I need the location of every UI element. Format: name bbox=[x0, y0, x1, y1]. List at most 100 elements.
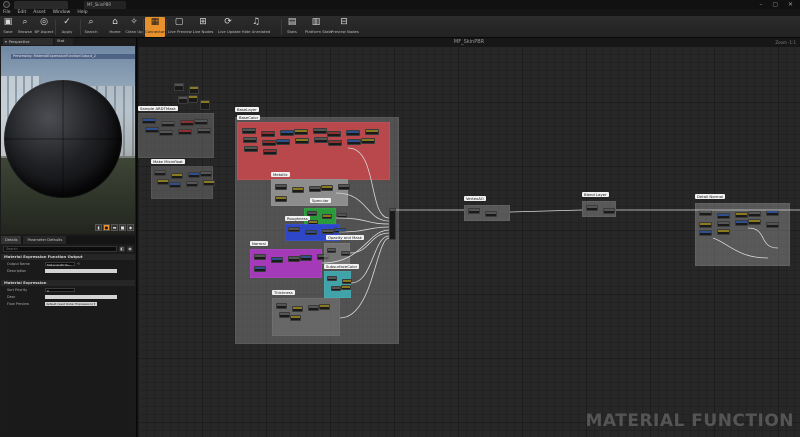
flow-preview-dropdown[interactable]: default (Last Outer Expression) ▾ bbox=[45, 302, 97, 306]
graph-node[interactable] bbox=[254, 266, 266, 272]
desc-field[interactable] bbox=[45, 295, 117, 299]
graph-node[interactable] bbox=[334, 228, 346, 233]
graph-node[interactable] bbox=[313, 128, 327, 134]
graph-node[interactable] bbox=[194, 119, 208, 125]
graph-node[interactable] bbox=[174, 83, 184, 91]
section-material-expression[interactable]: Material Expression bbox=[1, 280, 135, 286]
graph-node[interactable] bbox=[361, 138, 375, 144]
toolbar-live-update-button[interactable]: ⟳ Live Update bbox=[218, 17, 241, 37]
graph-node[interactable] bbox=[699, 210, 712, 216]
graph-node[interactable] bbox=[292, 306, 303, 312]
graph-node[interactable] bbox=[154, 170, 166, 176]
graph-node[interactable] bbox=[188, 95, 198, 103]
graph-node[interactable] bbox=[178, 129, 192, 135]
toolbar-stats-button[interactable]: ▤ Stats bbox=[284, 17, 300, 37]
graph-node[interactable] bbox=[294, 129, 308, 135]
graph-node[interactable] bbox=[292, 187, 304, 193]
graph-node[interactable] bbox=[321, 185, 333, 191]
cylinder-icon[interactable]: ▮ bbox=[95, 224, 102, 231]
graph-node[interactable] bbox=[276, 139, 290, 145]
graph-node[interactable] bbox=[699, 222, 712, 228]
make-material-attributes-node[interactable] bbox=[389, 208, 396, 240]
material-graph-canvas[interactable]: MF_SkinPBR Zoom -1:1 MATERIAL FUNCTION S… bbox=[138, 38, 800, 437]
graph-node[interactable] bbox=[314, 137, 328, 143]
graph-node[interactable] bbox=[322, 229, 334, 234]
graph-node[interactable] bbox=[717, 221, 730, 227]
graph-node[interactable] bbox=[766, 222, 779, 228]
graph-node[interactable] bbox=[603, 208, 615, 214]
toolbar-preview-nodes-button[interactable]: ⊟ Preview Nodes bbox=[331, 17, 359, 37]
graph-node[interactable] bbox=[717, 229, 730, 235]
graph-node[interactable] bbox=[485, 211, 497, 217]
graph-node[interactable] bbox=[342, 279, 352, 284]
graph-node[interactable] bbox=[308, 305, 319, 311]
graph-node[interactable] bbox=[699, 230, 712, 236]
graph-node[interactable] bbox=[586, 205, 598, 211]
toolbar-home-button[interactable]: ⌂ Home bbox=[108, 17, 122, 37]
window-controls[interactable]: – ▢ ✕ bbox=[759, 1, 797, 8]
graph-node[interactable] bbox=[319, 304, 330, 310]
asset-tab[interactable]: MF_SkinPBR bbox=[84, 1, 126, 9]
toolbar-live-nodes-button[interactable]: ⊞ Live Nodes bbox=[192, 17, 214, 37]
graph-node[interactable] bbox=[276, 303, 287, 309]
graph-node[interactable] bbox=[188, 172, 200, 178]
graph-node[interactable] bbox=[337, 213, 347, 218]
graph-node[interactable] bbox=[263, 149, 277, 155]
graph-node[interactable] bbox=[169, 182, 181, 188]
material-preview-viewport[interactable]: Previewing: MaterialExpressionFunctionOu… bbox=[1, 46, 135, 234]
cube-icon[interactable]: ■ bbox=[119, 224, 126, 231]
graph-node[interactable] bbox=[189, 86, 199, 94]
graph-node[interactable] bbox=[307, 211, 317, 216]
graph-node[interactable] bbox=[142, 118, 156, 124]
graph-node[interactable] bbox=[262, 140, 276, 146]
graph-node[interactable] bbox=[735, 212, 748, 218]
menu-edit[interactable]: Edit bbox=[18, 10, 27, 15]
graph-node[interactable] bbox=[244, 146, 258, 152]
menu-asset[interactable]: Asset bbox=[33, 10, 45, 15]
toolbar-save-button[interactable]: ▣ Save bbox=[1, 17, 15, 37]
plane-icon[interactable]: ▬ bbox=[111, 224, 118, 231]
graph-node[interactable] bbox=[331, 286, 341, 291]
document-tab[interactable] bbox=[14, 1, 68, 9]
graph-node[interactable] bbox=[171, 173, 183, 179]
graph-node[interactable] bbox=[327, 248, 336, 253]
graph-node[interactable] bbox=[468, 208, 480, 214]
graph-node[interactable] bbox=[197, 128, 211, 134]
graph-node[interactable] bbox=[157, 179, 169, 185]
toolbar-hide-unrelated-button[interactable]: ♫ Hide Unrelated bbox=[240, 17, 272, 37]
graph-node[interactable] bbox=[243, 137, 257, 143]
graph-node[interactable] bbox=[327, 276, 337, 281]
description-field[interactable] bbox=[45, 269, 117, 273]
graph-node[interactable] bbox=[279, 312, 290, 318]
graph-node[interactable] bbox=[290, 315, 301, 321]
graph-node[interactable] bbox=[341, 251, 350, 256]
view-options-icon[interactable]: ◧ bbox=[119, 246, 125, 252]
graph-node[interactable] bbox=[346, 130, 360, 136]
graph-node[interactable] bbox=[717, 213, 730, 219]
viewport-menu-icon[interactable]: ▾ bbox=[5, 40, 7, 44]
menu-help[interactable]: Help bbox=[77, 10, 87, 15]
graph-node[interactable] bbox=[341, 285, 351, 290]
viewport-perspective-tab[interactable]: ▾ Perspective bbox=[3, 38, 53, 45]
toolbar-apply-button[interactable]: ✓ Apply bbox=[57, 17, 77, 37]
graph-node[interactable] bbox=[766, 210, 779, 216]
toolbar-connectors-button[interactable]: ▦ Connectors bbox=[145, 17, 167, 37]
toolbar-live-preview-button[interactable]: ▢ Live Preview bbox=[168, 17, 192, 37]
graph-node[interactable] bbox=[300, 255, 312, 261]
graph-node[interactable] bbox=[275, 184, 287, 190]
unreal-logo-icon[interactable] bbox=[3, 1, 10, 8]
graph-node[interactable] bbox=[275, 196, 287, 202]
menu-window[interactable]: Window bbox=[53, 10, 71, 15]
graph-node[interactable] bbox=[305, 230, 317, 235]
graph-node[interactable] bbox=[280, 130, 294, 136]
graph-node[interactable] bbox=[186, 181, 198, 187]
graph-node[interactable] bbox=[200, 100, 210, 110]
graph-node[interactable] bbox=[288, 227, 300, 232]
graph-node[interactable] bbox=[271, 257, 283, 263]
graph-node[interactable] bbox=[145, 127, 159, 133]
eye-icon[interactable]: ◉ bbox=[127, 246, 133, 252]
graph-node[interactable] bbox=[347, 139, 361, 145]
graph-node[interactable] bbox=[178, 96, 188, 104]
graph-node[interactable] bbox=[748, 219, 761, 225]
graph-node[interactable] bbox=[309, 186, 321, 192]
